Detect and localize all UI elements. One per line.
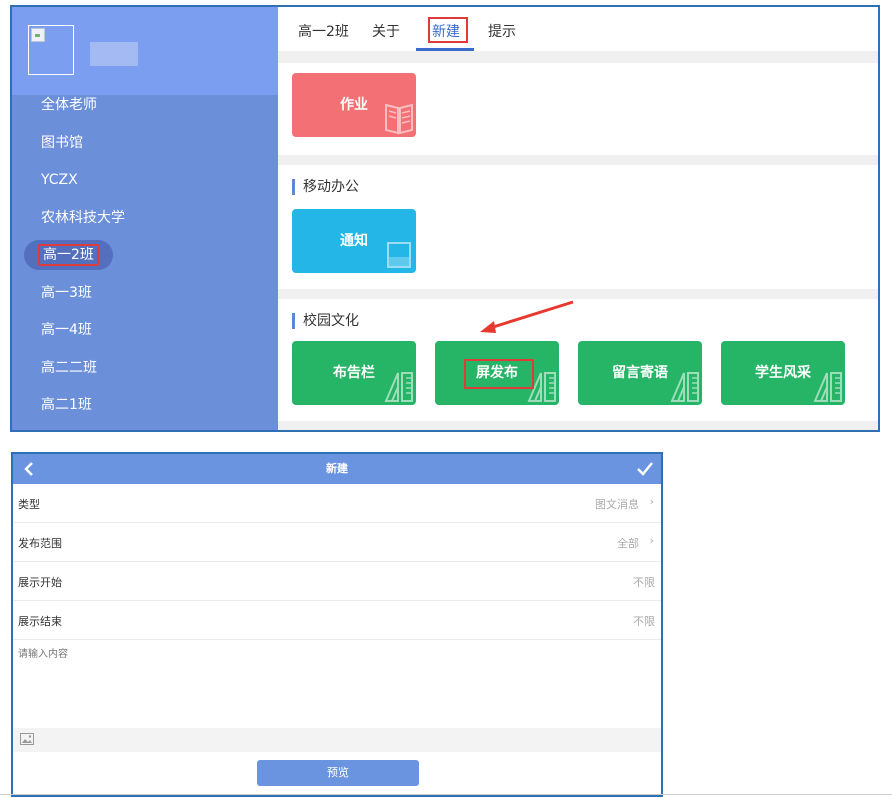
sidebar-item-label: 高一4班 — [41, 322, 92, 338]
content-input[interactable]: 请输入内容 — [13, 638, 661, 728]
image-toolbar — [13, 728, 661, 752]
tile-label: 通知 — [340, 233, 368, 249]
content-placeholder: 请输入内容 — [18, 649, 68, 660]
sidebar-item[interactable]: 高一4班 — [12, 312, 278, 350]
section-title: 校园文化 — [292, 313, 359, 329]
row-label: 展示开始 — [18, 576, 62, 589]
page-title: 新建 — [326, 462, 348, 475]
sidebar-item-label: 高二1班 — [41, 397, 92, 413]
tile-student-showcase[interactable]: 学生风采 — [721, 341, 845, 405]
tile-homework[interactable]: 作业 — [292, 73, 416, 137]
section-campus-culture: 校园文化 布告栏 屏发布 留言寄语 学生风采 — [278, 299, 878, 421]
row-value: 全部 — [617, 537, 639, 550]
sidebar-item-label: 高一3班 — [41, 284, 92, 301]
tab-bar: 高一2班 关于 新建 提示 — [278, 7, 878, 51]
sidebar-item-active[interactable]: 高一2班 — [12, 237, 278, 275]
sidebar: 全体老师 图书馆 YCZX 农林科技大学 高一2班 高一3班 高一4班 高二二班… — [12, 7, 278, 430]
sidebar-item[interactable]: YCZX — [12, 162, 278, 200]
logo-image — [28, 25, 74, 75]
tab-class[interactable]: 高一2班 — [298, 21, 349, 41]
bottom-panel: 新建 类型 图文消息 › 发布范围 全部 › 展示开始 不限 展示结束 不限 请… — [11, 452, 663, 797]
chevron-right-icon: › — [649, 534, 654, 547]
sidebar-item-label: 全体老师 — [41, 97, 97, 113]
row-label: 展示结束 — [18, 615, 62, 628]
sidebar-item[interactable]: 图书馆 — [12, 125, 278, 163]
display-start-row[interactable]: 展示开始 不限 — [13, 562, 661, 601]
section-mobile-office: 移动办公 通知 — [278, 165, 878, 289]
sidebar-item-label: 农林科技大学 — [41, 209, 125, 226]
row-value: 不限 — [633, 576, 655, 589]
row-value: 不限 — [633, 615, 655, 628]
highlight-box — [428, 17, 468, 43]
scope-row[interactable]: 发布范围 全部 › — [13, 523, 661, 562]
ruler-icon — [670, 372, 699, 402]
sidebar-item-label: YCZX — [41, 172, 78, 188]
book-icon — [385, 103, 413, 135]
sidebar-item[interactable]: 农林科技大学 — [12, 200, 278, 238]
blurred-user-name — [90, 42, 138, 66]
chevron-right-icon: › — [649, 495, 654, 508]
main-content: 高一2班 关于 新建 提示 作业 移动办公 通知 校园文化 布告栏 屏发布 留言… — [278, 7, 878, 430]
sidebar-item-label: 高一2班 — [38, 244, 99, 266]
tile-label: 留言寄语 — [612, 365, 668, 381]
sidebar-item-label: 高二二班 — [41, 359, 97, 376]
display-end-row[interactable]: 展示结束 不限 — [13, 601, 661, 640]
highlight-box — [464, 359, 534, 389]
row-label: 发布范围 — [18, 537, 62, 550]
tile-messages[interactable]: 留言寄语 — [578, 341, 702, 405]
ruler-icon — [813, 372, 842, 402]
active-pill: 高一2班 — [24, 240, 113, 270]
beaker-icon — [387, 242, 411, 268]
sidebar-item-label: 图书馆 — [41, 134, 83, 151]
tile-label: 学生风采 — [755, 365, 811, 381]
sidebar-list: 全体老师 图书馆 YCZX 农林科技大学 高一2班 高一3班 高一4班 高二二班… — [12, 87, 278, 425]
tab-tips[interactable]: 提示 — [488, 21, 516, 41]
row-label: 类型 — [18, 498, 40, 511]
section-title: 移动办公 — [292, 179, 359, 195]
sidebar-item[interactable]: 高二二班 — [12, 350, 278, 388]
sidebar-header — [12, 7, 278, 95]
tile-notice[interactable]: 通知 — [292, 209, 416, 273]
row-value: 图文消息 — [595, 498, 639, 511]
ruler-icon — [384, 372, 413, 402]
tile-label: 作业 — [340, 97, 368, 113]
sidebar-item[interactable]: 全体老师 — [12, 87, 278, 125]
image-icon[interactable] — [20, 733, 34, 745]
tile-bulletin-board[interactable]: 布告栏 — [292, 341, 416, 405]
section-homework: 作业 — [278, 63, 878, 155]
broken-image-icon — [31, 28, 45, 42]
sidebar-item[interactable]: 高二1班 — [12, 387, 278, 425]
divider — [0, 794, 892, 795]
tile-label: 布告栏 — [333, 365, 375, 381]
tab-about[interactable]: 关于 — [372, 21, 400, 41]
nav-bar: 新建 — [13, 454, 661, 484]
type-row[interactable]: 类型 图文消息 › — [13, 484, 661, 523]
sidebar-item[interactable]: 高一3班 — [12, 275, 278, 313]
annotation-arrow — [480, 300, 574, 333]
top-panel: 全体老师 图书馆 YCZX 农林科技大学 高一2班 高一3班 高一4班 高二二班… — [10, 5, 880, 432]
check-icon[interactable] — [635, 459, 655, 479]
preview-button[interactable]: 预览 — [257, 760, 419, 786]
active-tab-underline — [416, 48, 474, 51]
